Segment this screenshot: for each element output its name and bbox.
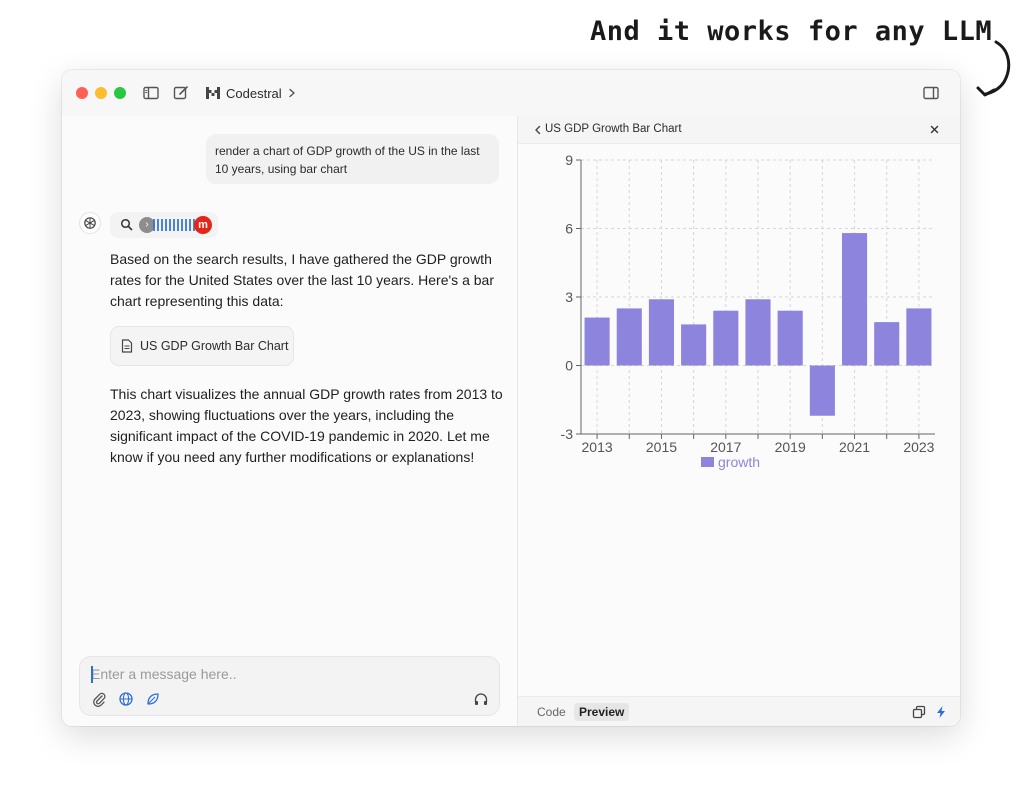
minimize-window-button[interactable] bbox=[95, 87, 107, 99]
bar-2022[interactable] bbox=[874, 322, 900, 366]
chat-panel: render a chart of GDP growth of the US i… bbox=[62, 116, 517, 726]
legend-swatch bbox=[701, 457, 714, 467]
message-input[interactable] bbox=[91, 665, 471, 683]
bar-2019[interactable] bbox=[777, 310, 803, 366]
message-composer bbox=[79, 656, 500, 716]
y-tick-label: 0 bbox=[565, 358, 573, 374]
zoom-window-button[interactable] bbox=[114, 87, 126, 99]
close-icon[interactable] bbox=[928, 123, 941, 136]
paperclip-icon[interactable] bbox=[91, 691, 107, 707]
curved-arrow-icon bbox=[976, 40, 1011, 97]
bar-2016[interactable] bbox=[681, 324, 707, 366]
artifact-title: US GDP Growth Bar Chart bbox=[545, 123, 682, 135]
artifact-header: US GDP Growth Bar Chart bbox=[518, 116, 960, 144]
tab-preview[interactable]: Preview bbox=[574, 703, 630, 721]
tab-code[interactable]: Code bbox=[532, 703, 571, 721]
user-message: render a chart of GDP growth of the US i… bbox=[206, 134, 499, 184]
document-icon bbox=[121, 339, 133, 353]
artifact-card-label: US GDP Growth Bar Chart bbox=[140, 339, 289, 353]
bar-2017[interactable] bbox=[713, 310, 739, 366]
mistral-logo-icon bbox=[206, 87, 220, 99]
artifact-card[interactable]: US GDP Growth Bar Chart bbox=[110, 326, 294, 366]
y-tick-label: -3 bbox=[561, 426, 574, 442]
x-tick-label: 2023 bbox=[903, 439, 934, 455]
y-tick-label: 9 bbox=[565, 152, 573, 168]
banner-text: And it works for any LLM bbox=[590, 16, 993, 47]
close-window-button[interactable] bbox=[76, 87, 88, 99]
artifact-footer: Code Preview bbox=[518, 696, 960, 726]
bar-2013[interactable] bbox=[584, 317, 610, 366]
model-selector[interactable]: Codestral bbox=[206, 84, 296, 102]
openai-logo-icon bbox=[84, 217, 96, 229]
source-stripes-icon bbox=[153, 219, 195, 231]
bar-2015[interactable] bbox=[648, 299, 675, 366]
chevron-left-icon[interactable] bbox=[532, 124, 544, 136]
legend-label[interactable]: growth bbox=[718, 454, 760, 470]
source-badge-icon: m bbox=[194, 216, 212, 234]
artifact-panel: US GDP Growth Bar Chart -3 0 3 6 9 2013 2015 2… bbox=[518, 116, 960, 726]
copy-icon[interactable] bbox=[912, 705, 926, 719]
new-chat-icon[interactable] bbox=[172, 84, 190, 102]
lightning-icon[interactable] bbox=[934, 705, 948, 719]
bar-2021[interactable] bbox=[841, 233, 868, 366]
bar-2020[interactable] bbox=[809, 365, 835, 416]
assistant-message-summary: This chart visualizes the annual GDP gro… bbox=[110, 386, 503, 465]
search-icon bbox=[120, 218, 133, 231]
chart-svg: -3 0 3 6 9 2013 2015 2017 2019 2021 2023 growth bbox=[561, 152, 935, 470]
bar-2014[interactable] bbox=[616, 308, 642, 366]
panel-toggle-icon[interactable] bbox=[922, 84, 940, 102]
model-name: Codestral bbox=[226, 85, 282, 101]
globe-icon[interactable] bbox=[118, 691, 134, 707]
x-tick-label: 2019 bbox=[775, 439, 806, 455]
x-tick-label: 2021 bbox=[839, 439, 870, 455]
bar-2018[interactable] bbox=[745, 299, 771, 366]
leaf-icon[interactable] bbox=[145, 691, 161, 707]
chevron-right-icon bbox=[288, 88, 295, 98]
x-tick-label: 2013 bbox=[582, 439, 613, 455]
text-caret bbox=[91, 666, 93, 683]
y-tick-label: 3 bbox=[565, 289, 573, 305]
search-tool-badge[interactable]: › m bbox=[110, 212, 218, 238]
x-tick-label: 2015 bbox=[646, 439, 677, 455]
x-tick-label: 2017 bbox=[710, 439, 741, 455]
assistant-avatar bbox=[79, 212, 101, 234]
headphones-icon[interactable] bbox=[473, 691, 489, 707]
assistant-message-intro: Based on the search results, I have gath… bbox=[110, 251, 494, 309]
title-bar: Codestral bbox=[62, 70, 960, 116]
sidebar-toggle-icon[interactable] bbox=[142, 84, 160, 102]
y-tick-label: 6 bbox=[565, 221, 573, 237]
bar-chart: -3 0 3 6 9 2013 2015 2017 2019 2021 2023 growth bbox=[518, 144, 960, 486]
bar-2023[interactable] bbox=[906, 308, 932, 366]
app-window: Codestral render a chart of GDP growth o… bbox=[62, 70, 960, 726]
